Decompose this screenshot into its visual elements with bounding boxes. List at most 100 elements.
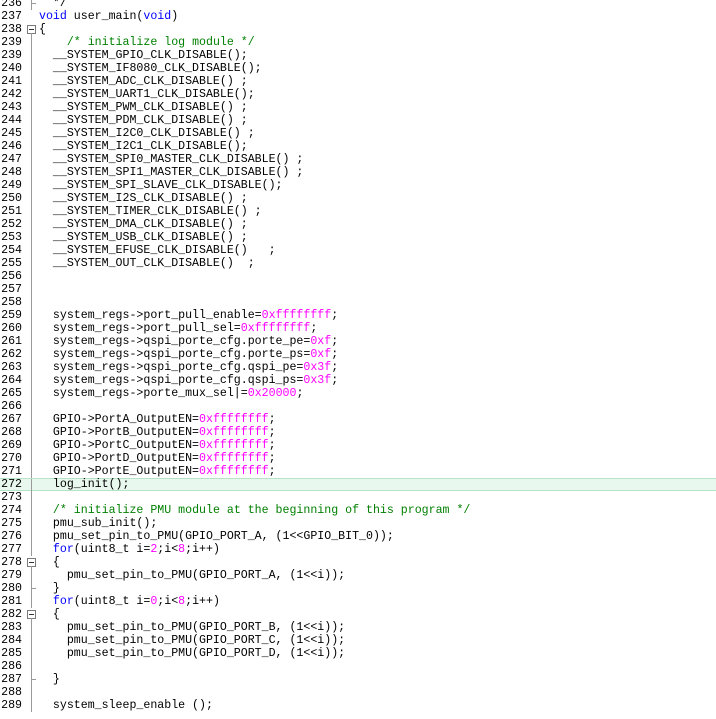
line-number: 261 [1,335,22,348]
line-number: 254 [1,244,22,257]
code-line[interactable]: 259 system_regs->port_pull_enable=0xffff… [0,309,716,322]
code-line[interactable]: 262 system_regs->qspi_porte_cfg.porte_ps… [0,348,716,361]
code-line[interactable]: 240 __SYSTEM_IF8080_CLK_DISABLE(); [0,62,716,75]
line-number: 251 [1,205,22,218]
code-line[interactable]: 241 __SYSTEM_ADC_CLK_DISABLE() ; [0,75,716,88]
code-line[interactable]: 267 GPIO->PortA_OutputEN=0xffffffff; [0,413,716,426]
line-number: 240 [1,62,22,75]
line-number: 257 [1,283,22,296]
code-text: __SYSTEM_TIMER_CLK_DISABLE() ; [39,205,262,218]
code-line[interactable]: 285 pmu_set_pin_to_PMU(GPIO_PORT_D, (1<<… [0,647,716,660]
code-text: __SYSTEM_PDM_CLK_DISABLE() ; [39,114,248,127]
code-line[interactable]: 239 __SYSTEM_GPIO_CLK_DISABLE(); [0,49,716,62]
code-token: { [39,608,60,621]
code-line[interactable]: 236 */ [0,0,716,10]
line-number: 285 [1,647,22,660]
code-line[interactable]: 242 __SYSTEM_UART1_CLK_DISABLE(); [0,88,716,101]
code-line[interactable]: 265 system_regs->porte_mux_sel|=0x20000; [0,387,716,400]
number-token: 0xffffffff [261,309,332,322]
code-token: system_regs->port_pull_sel= [39,322,241,335]
code-token: (uint8_t i= [73,543,151,556]
code-line[interactable]: 287 } [0,673,716,686]
code-line[interactable]: 273 [0,491,716,504]
code-text: pmu_set_pin_to_PMU(GPIO_PORT_A, (1<<i)); [39,569,345,582]
code-line[interactable]: 286 [0,660,716,673]
code-line-current[interactable]: 272 log_init(); [0,478,716,492]
number-token: 0xffffffff [240,322,311,335]
code-line[interactable]: 277 for(uint8_t i=2;i<8;i++) [0,543,716,556]
fold-collapse-icon[interactable] [26,608,40,621]
code-line[interactable]: 281 for(uint8_t i=0;i<8;i++) [0,595,716,608]
code-line[interactable]: 269 GPIO->PortC_OutputEN=0xffffffff; [0,439,716,452]
code-line[interactable]: 280 } [0,582,716,595]
code-token: __SYSTEM_I2S_CLK_DISABLE() ; [39,192,248,205]
code-line[interactable]: 278 { [0,556,716,569]
code-line[interactable]: 243 __SYSTEM_PWM_CLK_DISABLE() ; [0,101,716,114]
fold-end-marker [26,582,40,595]
code-line[interactable]: 245 __SYSTEM_I2C0_CLK_DISABLE() ; [0,127,716,140]
code-line[interactable]: 255 __SYSTEM_OUT_CLK_DISABLE() ; [0,257,716,270]
number-token: 0xf [310,348,332,361]
fold-guide-line [26,231,40,244]
code-line[interactable]: 274 /* initialize PMU module at the begi… [0,504,716,517]
line-number: 260 [1,322,22,335]
code-token: ; [331,309,339,322]
code-text: __SYSTEM_I2C0_CLK_DISABLE() ; [39,127,255,140]
line-number: 274 [1,504,22,517]
code-line[interactable]: 239 /* initialize log module */ [0,36,716,49]
line-number: 270 [1,452,22,465]
code-line[interactable]: 247 __SYSTEM_SPI0_MASTER_CLK_DISABLE() ; [0,153,716,166]
code-line[interactable]: 253 __SYSTEM_USB_CLK_DISABLE() ; [0,231,716,244]
code-line[interactable]: 237 void user_main(void) [0,10,716,23]
line-number: 265 [1,387,22,400]
fold-collapse-icon[interactable] [26,23,40,36]
fold-guide-line [26,400,40,413]
code-line[interactable]: 266 [0,400,716,413]
code-line[interactable]: 284 pmu_set_pin_to_PMU(GPIO_PORT_C, (1<<… [0,634,716,647]
fold-guide-line [26,75,40,88]
fold-guide-line [26,322,40,335]
number-token: 0xf [310,335,332,348]
code-line[interactable]: 238 { [0,23,716,36]
line-number: 247 [1,153,22,166]
code-line[interactable]: 270 GPIO->PortD_OutputEN=0xffffffff; [0,452,716,465]
line-number: 279 [1,569,22,582]
code-line[interactable]: 246 __SYSTEM_I2C1_CLK_DISABLE(); [0,140,716,153]
line-number: 252 [1,218,22,231]
code-line[interactable]: 257 [0,283,716,296]
fold-collapse-icon[interactable] [26,556,40,569]
code-line[interactable]: 263 system_regs->qspi_porte_cfg.qspi_pe=… [0,361,716,374]
code-line[interactable]: 275 pmu_sub_init(); [0,517,716,530]
code-line[interactable]: 283 pmu_set_pin_to_PMU(GPIO_PORT_B, (1<<… [0,621,716,634]
code-editor[interactable]: 236 */237 void user_main(void) 238{239 /* … [0,0,716,719]
code-line[interactable]: 282 { [0,608,716,621]
code-line[interactable]: 260 system_regs->port_pull_sel=0xfffffff… [0,322,716,335]
code-line[interactable]: 271 GPIO->PortE_OutputEN=0xffffffff; [0,465,716,478]
code-line[interactable]: 276 pmu_set_pin_to_PMU(GPIO_PORT_A, (1<<… [0,530,716,543]
code-line[interactable]: 249 __SYSTEM_SPI_SLAVE_CLK_DISABLE(); [0,179,716,192]
code-line[interactable]: 254 __SYSTEM_EFUSE_CLK_DISABLE() ; [0,244,716,257]
code-token: GPIO->PortC_OutputEN= [39,439,200,452]
fold-guide-line [26,309,40,322]
code-line[interactable]: 264 system_regs->qspi_porte_cfg.qspi_ps=… [0,374,716,387]
code-token: ;i++) [185,543,220,556]
code-line[interactable]: 248 __SYSTEM_SPI1_MASTER_CLK_DISABLE() ; [0,166,716,179]
code-text: system_regs->port_pull_enable=0xffffffff… [39,309,338,322]
code-line[interactable]: 251 __SYSTEM_TIMER_CLK_DISABLE() ; [0,205,716,218]
code-text: for(uint8_t i=2;i<8;i++) [39,543,220,556]
line-number: 286 [1,660,22,673]
code-token: system_regs->qspi_porte_cfg.qspi_ps= [39,374,304,387]
code-line[interactable]: 258 [0,296,716,309]
code-line[interactable]: 250 __SYSTEM_I2S_CLK_DISABLE() ; [0,192,716,205]
code-line[interactable]: 268 GPIO->PortB_OutputEN=0xffffffff; [0,426,716,439]
code-line[interactable]: 252 __SYSTEM_DMA_CLK_DISABLE() ; [0,218,716,231]
code-line[interactable]: 256 [0,270,716,283]
comment-token: /* initialize PMU module at the beginnin… [52,504,471,517]
code-line[interactable]: 279 pmu_set_pin_to_PMU(GPIO_PORT_A, (1<<… [0,569,716,582]
fold-guide-line [26,114,40,127]
code-line[interactable]: 244 __SYSTEM_PDM_CLK_DISABLE() ; [0,114,716,127]
code-token: ; [268,413,276,426]
code-line[interactable]: 289 system_sleep_enable (); [0,699,716,712]
code-line[interactable]: 288 [0,686,716,699]
code-line[interactable]: 261 system_regs->qspi_porte_cfg.porte_pe… [0,335,716,348]
